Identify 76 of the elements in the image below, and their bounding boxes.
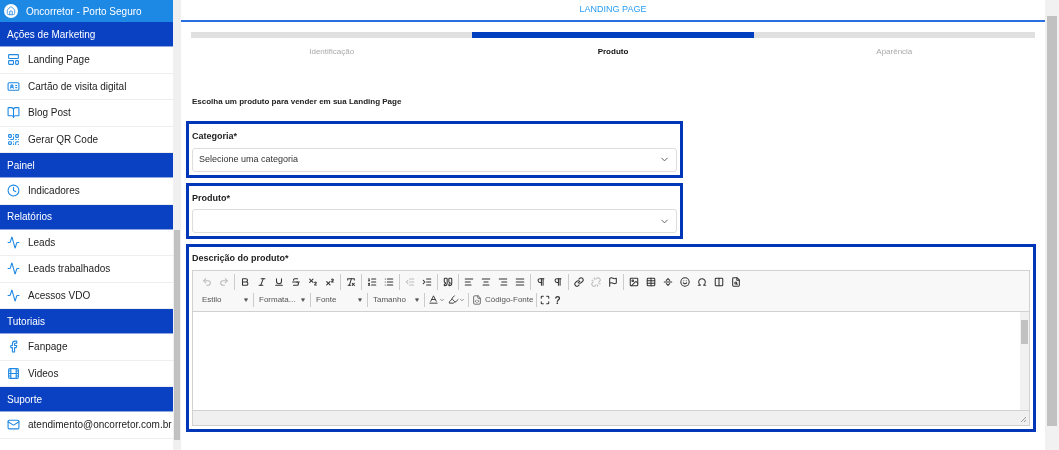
unlink-icon xyxy=(591,276,601,287)
resize-grip-icon[interactable] xyxy=(1020,415,1027,423)
italic-icon xyxy=(257,276,267,287)
pilcrow-icon xyxy=(553,276,563,287)
select-field[interactable] xyxy=(192,209,677,233)
maximize-icon xyxy=(540,294,551,305)
omega-icon xyxy=(697,276,707,287)
caret-icon xyxy=(358,297,362,302)
intro-text: Escolha um produto para vender em sua Landing Page xyxy=(191,96,403,108)
app-title: Oncorretor - Porto Seguro xyxy=(26,4,142,19)
highlighter-icon xyxy=(448,294,459,305)
layout-icon xyxy=(7,53,20,67)
section-header: Suporte xyxy=(0,387,173,412)
link-icon xyxy=(574,276,584,287)
chart-icon xyxy=(7,262,20,276)
text-color-button[interactable] xyxy=(428,292,445,307)
book-icon xyxy=(7,106,20,120)
field-label: Produto* xyxy=(192,191,231,205)
source-code-button[interactable]: Código-Fonte xyxy=(472,292,534,307)
section-header: Painel xyxy=(0,153,173,178)
mail-icon xyxy=(7,418,20,432)
image-icon xyxy=(629,276,639,287)
qr-code-icon xyxy=(7,132,20,146)
home-icon[interactable] xyxy=(4,4,18,18)
smiley-icon xyxy=(680,276,690,287)
outdent-icon xyxy=(405,276,415,287)
text-color-icon xyxy=(428,294,439,305)
background-color-button[interactable] xyxy=(448,292,465,307)
quote-icon xyxy=(443,276,453,287)
section-header: Ações de Marketing xyxy=(0,22,173,47)
field-label: Categoria* xyxy=(192,130,238,143)
bullet-list-icon xyxy=(384,276,394,287)
flag-icon xyxy=(608,276,618,287)
strikethrough-icon xyxy=(291,276,301,287)
numbered-list-icon xyxy=(367,276,377,287)
align-left-icon xyxy=(464,276,474,287)
caret-icon xyxy=(415,297,419,302)
help-button[interactable]: ? xyxy=(554,292,561,307)
step-label[interactable]: Produto xyxy=(597,46,629,58)
caret-icon xyxy=(301,297,305,302)
section-header: Tutoriais xyxy=(0,309,173,334)
bold-icon xyxy=(240,276,250,287)
chart-icon xyxy=(7,288,20,302)
card-icon xyxy=(7,79,20,93)
section-header: Relatórios xyxy=(0,204,173,230)
facebook-icon xyxy=(7,340,20,354)
underline-icon xyxy=(274,276,284,287)
scrollbar[interactable] xyxy=(1045,0,1059,450)
film-icon xyxy=(7,366,20,380)
align-center-icon xyxy=(481,276,491,287)
scrollbar[interactable] xyxy=(173,0,181,450)
scrollbar[interactable] xyxy=(1020,311,1029,410)
align-right-icon xyxy=(498,276,508,287)
format-dropdown[interactable]: Fonte xyxy=(314,292,364,307)
caret-icon xyxy=(244,297,248,302)
caret-icon xyxy=(439,296,445,303)
select-field[interactable]: Selecione uma categoria xyxy=(192,147,677,172)
format-dropdown[interactable]: Tamanho xyxy=(371,292,421,307)
table-icon xyxy=(646,276,656,287)
field-label: Descrição do produto* xyxy=(192,252,290,265)
caret-icon xyxy=(459,296,465,303)
undo-icon xyxy=(202,276,212,287)
redo-icon xyxy=(219,276,229,287)
chart-icon xyxy=(7,235,20,249)
justify-icon xyxy=(515,276,525,287)
format-dropdown[interactable]: Formata... xyxy=(257,292,307,307)
page-title: LANDING PAGE xyxy=(579,3,647,17)
code-file-icon xyxy=(472,294,482,305)
format-dropdown[interactable]: Estilo xyxy=(200,292,250,307)
remove-format-icon xyxy=(346,276,356,287)
pilcrow-icon xyxy=(536,276,546,287)
preview-icon xyxy=(731,276,741,287)
clock-icon xyxy=(7,184,20,198)
indent-icon xyxy=(422,276,432,287)
subscript-icon xyxy=(308,276,318,287)
superscript-icon xyxy=(325,276,335,287)
